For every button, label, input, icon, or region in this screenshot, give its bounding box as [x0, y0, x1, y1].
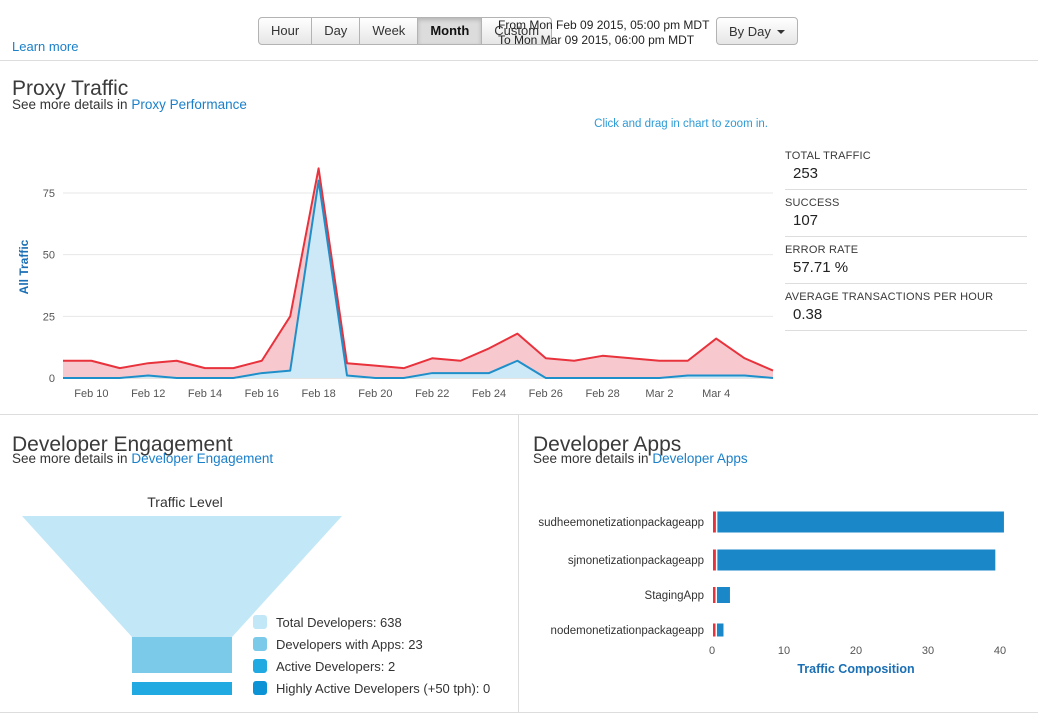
proxy-performance-link[interactable]: Proxy Performance — [131, 97, 247, 112]
svg-text:Feb 16: Feb 16 — [245, 388, 279, 400]
stat-value: 0.38 — [785, 303, 1027, 330]
details-prefix: See more details in — [533, 451, 649, 466]
developer-apps-details: See more details in Developer Apps — [533, 451, 748, 466]
funnel-legend-item: Total Developers: 638 — [253, 611, 490, 633]
details-prefix: See more details in — [12, 451, 128, 466]
funnel-legend: Total Developers: 638 Developers with App… — [253, 611, 490, 699]
date-from-label: From Mon Feb 09 2015, 05:00 pm MDT — [498, 18, 709, 33]
legend-swatch-icon — [253, 637, 267, 651]
stat-label: SUCCESS — [785, 197, 1027, 209]
svg-text:Feb 26: Feb 26 — [529, 388, 563, 400]
stat-label: AVERAGE TRANSACTIONS PER HOUR — [785, 291, 1027, 303]
svg-text:Feb 18: Feb 18 — [301, 388, 335, 400]
developer-engagement-details: See more details in Developer Engagement — [12, 451, 273, 466]
details-prefix: See more details in — [12, 97, 128, 112]
funnel-chart-title: Traffic Level — [15, 494, 355, 510]
header-divider — [0, 60, 1038, 61]
svg-text:50: 50 — [43, 250, 55, 262]
proxy-traffic-chart[interactable]: 0 25 50 75 Feb 10 Feb 12 Feb 14 Feb 16 Feb 18 Feb… — [15, 142, 785, 404]
legend-swatch-icon — [253, 615, 267, 629]
svg-text:Feb 22: Feb 22 — [415, 388, 449, 400]
svg-text:25: 25 — [43, 311, 55, 323]
traffic-stats-panel: TOTAL TRAFFIC253 SUCCESS107 ERROR RATE57.7… — [785, 150, 1027, 338]
range-button-week[interactable]: Week — [360, 17, 418, 45]
svg-text:Feb 14: Feb 14 — [188, 388, 222, 400]
granularity-dropdown[interactable]: By Day — [716, 17, 798, 45]
vertical-divider — [518, 414, 519, 713]
chevron-down-icon — [777, 30, 785, 34]
svg-text:Feb 10: Feb 10 — [74, 388, 108, 400]
stat-label: ERROR RATE — [785, 244, 1027, 256]
zoom-hint: Click and drag in chart to zoom in. — [480, 118, 768, 130]
svg-text:Feb 20: Feb 20 — [358, 388, 392, 400]
svg-text:StagingApp: StagingApp — [645, 590, 704, 602]
svg-text:Mar 2: Mar 2 — [645, 388, 673, 400]
range-button-hour[interactable]: Hour — [258, 17, 312, 45]
svg-text:Feb 28: Feb 28 — [585, 388, 619, 400]
svg-text:0: 0 — [49, 373, 55, 385]
funnel-legend-item: Highly Active Developers (+50 tph): 0 — [253, 677, 490, 699]
svg-text:20: 20 — [850, 645, 862, 657]
developer-apps-bar-chart[interactable]: sudheemonetizationpackageapp sjmonetizati… — [530, 492, 1035, 687]
svg-text:nodemonetizationpackageapp: nodemonetizationpackageapp — [551, 625, 704, 637]
svg-text:All Traffic: All Traffic — [17, 239, 31, 294]
svg-text:30: 30 — [922, 645, 934, 657]
legend-label: Total Developers: 638 — [276, 615, 402, 630]
stat-error-rate: ERROR RATE57.71 % — [785, 244, 1027, 284]
range-button-month[interactable]: Month — [418, 17, 482, 45]
legend-label: Active Developers: 2 — [276, 659, 395, 674]
legend-swatch-icon — [253, 659, 267, 673]
date-to-label: To Mon Mar 09 2015, 06:00 pm MDT — [498, 33, 709, 48]
stat-success: SUCCESS107 — [785, 197, 1027, 237]
stat-value: 253 — [785, 162, 1027, 189]
svg-text:0: 0 — [709, 645, 715, 657]
svg-text:sudheemonetizationpackageapp: sudheemonetizationpackageapp — [538, 517, 704, 529]
stat-value: 57.71 % — [785, 256, 1027, 283]
stat-label: TOTAL TRAFFIC — [785, 150, 1027, 162]
funnel-legend-item: Developers with Apps: 23 — [253, 633, 490, 655]
date-range: From Mon Feb 09 2015, 05:00 pm MDT To Mo… — [498, 18, 709, 48]
proxy-traffic-details: See more details in Proxy Performance — [12, 97, 247, 112]
bottom-divider — [0, 712, 1038, 713]
legend-swatch-icon — [253, 681, 267, 695]
svg-text:Feb 24: Feb 24 — [472, 388, 506, 400]
granularity-label: By Day — [729, 24, 771, 39]
section-divider — [0, 414, 1038, 415]
svg-text:Mar 4: Mar 4 — [702, 388, 730, 400]
stat-value: 107 — [785, 209, 1027, 236]
svg-text:Traffic Composition: Traffic Composition — [797, 662, 914, 676]
range-button-day[interactable]: Day — [312, 17, 360, 45]
funnel-legend-item: Active Developers: 2 — [253, 655, 490, 677]
legend-label: Highly Active Developers (+50 tph): 0 — [276, 681, 490, 696]
stat-total-traffic: TOTAL TRAFFIC253 — [785, 150, 1027, 190]
svg-text:75: 75 — [43, 188, 55, 200]
svg-text:Feb 12: Feb 12 — [131, 388, 165, 400]
svg-text:10: 10 — [778, 645, 790, 657]
developer-engagement-link[interactable]: Developer Engagement — [131, 451, 273, 466]
svg-text:40: 40 — [994, 645, 1006, 657]
developer-apps-link[interactable]: Developer Apps — [652, 451, 747, 466]
legend-label: Developers with Apps: 23 — [276, 637, 423, 652]
analytics-dashboard: Learn more HourDayWeekMonthCustom From M… — [0, 0, 1038, 717]
stat-average-transactions-per-hour: AVERAGE TRANSACTIONS PER HOUR0.38 — [785, 291, 1027, 331]
svg-text:sjmonetizationpackageapp: sjmonetizationpackageapp — [568, 555, 704, 567]
learn-more-link[interactable]: Learn more — [12, 39, 78, 54]
